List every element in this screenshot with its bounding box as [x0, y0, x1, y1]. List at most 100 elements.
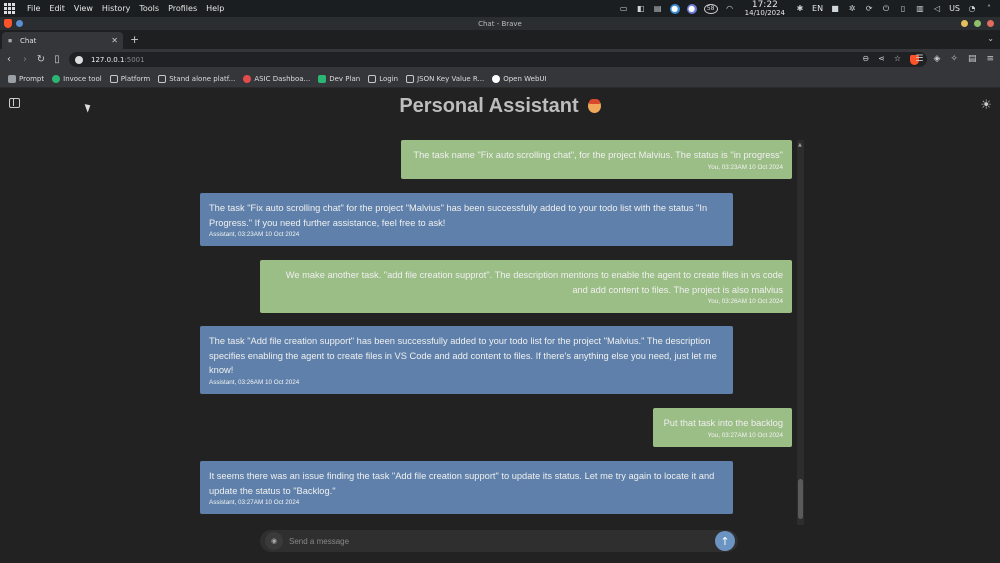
tab-chat[interactable]: ◼ Chat ✕: [2, 32, 123, 49]
clock[interactable]: 17:22 14/10/2024: [744, 0, 786, 17]
browser-menu-icon[interactable]: ≡: [986, 54, 994, 64]
user-message: The task name "Fix auto scrolling chat",…: [401, 140, 792, 179]
status-icon[interactable]: ●: [686, 3, 697, 14]
volume-icon[interactable]: ◁: [932, 4, 942, 14]
bookmark-button[interactable]: ▯: [50, 54, 64, 65]
back-button[interactable]: ‹: [2, 54, 16, 65]
user-message: Put that task into the backlog You, 03:2…: [653, 408, 792, 447]
bookmark-asic-dashboard[interactable]: ASIC Dashboa...: [243, 74, 311, 83]
input-language[interactable]: EN: [812, 4, 823, 13]
maximize-button[interactable]: [974, 20, 981, 27]
vision-toggle-icon[interactable]: ◉: [265, 532, 283, 550]
leo-ai-icon[interactable]: ✧: [950, 54, 958, 64]
forward-button[interactable]: ›: [18, 54, 32, 65]
reload-button[interactable]: ↻: [34, 54, 48, 65]
menu-profiles[interactable]: Profiles: [168, 4, 197, 13]
openwebui-icon: [492, 74, 501, 83]
slack-icon[interactable]: ✱: [795, 4, 805, 14]
bookmark-star-icon[interactable]: ☆: [894, 54, 901, 65]
site-info-icon[interactable]: [75, 55, 83, 64]
keyboard-layout[interactable]: US: [949, 4, 960, 13]
bookmark-json-key-value[interactable]: JSON Key Value R...: [406, 74, 484, 83]
new-tab-button[interactable]: +: [130, 33, 139, 46]
menu-help[interactable]: Help: [206, 4, 224, 13]
extensions-icon[interactable]: ◈: [933, 54, 940, 64]
clipboard-icon[interactable]: ▯: [898, 4, 908, 14]
page-icon: [158, 74, 167, 83]
tab-bar: ◼ Chat ✕ + ⌄: [0, 30, 1000, 49]
menu-file[interactable]: File: [27, 4, 40, 13]
assistant-message: It seems there was an issue finding the …: [200, 461, 733, 514]
sidebar-icon[interactable]: ☰: [915, 54, 923, 64]
url-host: 127.0.0.1: [91, 55, 125, 64]
tab-label: Chat: [20, 36, 37, 45]
share-icon[interactable]: ⋖: [878, 54, 885, 65]
wifi-icon[interactable]: ◠: [725, 4, 735, 14]
menu-edit[interactable]: Edit: [49, 4, 65, 13]
url-text: 127.0.0.1:5001: [91, 56, 145, 64]
page-icon: [406, 74, 415, 83]
settings-icon[interactable]: ✲: [847, 4, 857, 14]
menu-view[interactable]: View: [74, 4, 93, 13]
chat-scrollbar[interactable]: ▲: [797, 140, 804, 525]
close-tab-icon[interactable]: ✕: [111, 36, 118, 45]
power-icon[interactable]: ⏻: [881, 4, 891, 14]
vpn-icon[interactable]: ●: [669, 3, 680, 14]
bookmark-label: ASIC Dashboa...: [254, 74, 311, 83]
message-composer: ◉ Send a message ↑: [260, 530, 738, 552]
bookmark-login[interactable]: Login: [368, 74, 399, 83]
bookmark-prompt[interactable]: Prompt: [8, 74, 45, 83]
wallet-icon[interactable]: ▤: [968, 54, 977, 64]
folder-icon: [8, 74, 16, 83]
video-icon[interactable]: ■: [830, 4, 840, 14]
tab-list-icon[interactable]: ⌄: [987, 34, 994, 43]
screenshot-icon[interactable]: ▭: [619, 4, 629, 14]
asic-icon: [243, 74, 252, 83]
app-launcher-icon[interactable]: [4, 3, 18, 14]
bookmark-label: Stand alone platf...: [169, 74, 236, 83]
message-meta: You, 03:27AM 10 Oct 2024: [707, 431, 783, 439]
message-text: It seems there was an issue finding the …: [209, 471, 715, 496]
bookmark-stand-alone[interactable]: Stand alone platf...: [158, 74, 236, 83]
scrollbar-thumb[interactable]: [798, 479, 803, 519]
storage-icon[interactable]: ▥: [915, 4, 925, 14]
message-text: The task name "Fix auto scrolling chat",…: [413, 150, 783, 160]
battery-icon[interactable]: 58: [703, 3, 718, 14]
menu-history[interactable]: History: [102, 4, 130, 13]
scroll-up-arrow-icon[interactable]: ▲: [798, 142, 802, 148]
close-window-button[interactable]: [987, 20, 994, 27]
bookmark-label: Prompt: [19, 74, 45, 83]
bookmark-label: Login: [379, 74, 399, 83]
send-button[interactable]: ↑: [715, 531, 735, 551]
wifi-signal-icon[interactable]: ◔: [967, 4, 977, 14]
tray-expand-icon[interactable]: ˄: [984, 4, 994, 14]
message-text: Put that task into the backlog: [663, 418, 783, 428]
menu-tools[interactable]: Tools: [139, 4, 159, 13]
message-input[interactable]: Send a message: [289, 537, 349, 546]
zoom-icon[interactable]: ⊖: [862, 54, 869, 65]
bookmark-open-webui[interactable]: Open WebUI: [492, 74, 547, 83]
page-icon: [109, 74, 118, 83]
network-icon[interactable]: ▤: [653, 4, 663, 14]
message-text: The task "Add file creation support" has…: [209, 336, 717, 375]
message-meta: You, 03:23AM 10 Oct 2024: [707, 163, 783, 171]
bookmark-invoce-tool[interactable]: Invoce tool: [52, 74, 102, 83]
bookmark-dev-plan[interactable]: Dev Plan: [318, 74, 360, 83]
window-title-bar: Chat - Brave: [0, 17, 1000, 30]
window-title: Chat - Brave: [478, 19, 522, 28]
vscode-icon[interactable]: ◧: [636, 4, 646, 14]
update-icon[interactable]: ⟳: [864, 4, 874, 14]
bookmark-platform[interactable]: Platform: [109, 74, 150, 83]
minimize-button[interactable]: [961, 20, 968, 27]
bookmark-label: Invoce tool: [63, 74, 102, 83]
message-list: The task name "Fix auto scrolling chat",…: [0, 89, 1000, 563]
message-meta: Assistant, 03:26AM 10 Oct 2024: [209, 378, 300, 386]
window-menu-icon[interactable]: [16, 20, 23, 27]
url-field[interactable]: 127.0.0.1:5001 ⊖ ⋖ ☆: [69, 52, 927, 67]
message-meta: You, 03:26AM 10 Oct 2024: [707, 298, 783, 305]
user-message: We make another task. "add file creation…: [260, 260, 792, 313]
message-meta: Assistant, 03:27AM 10 Oct 2024: [209, 499, 300, 506]
bookmark-label: Open WebUI: [503, 74, 547, 83]
system-tray: ▭ ◧ ▤ ● ● 58 ◠ 17:22 14/10/2024 ✱ EN ■ ✲…: [619, 0, 994, 17]
clock-date: 14/10/2024: [744, 8, 786, 17]
